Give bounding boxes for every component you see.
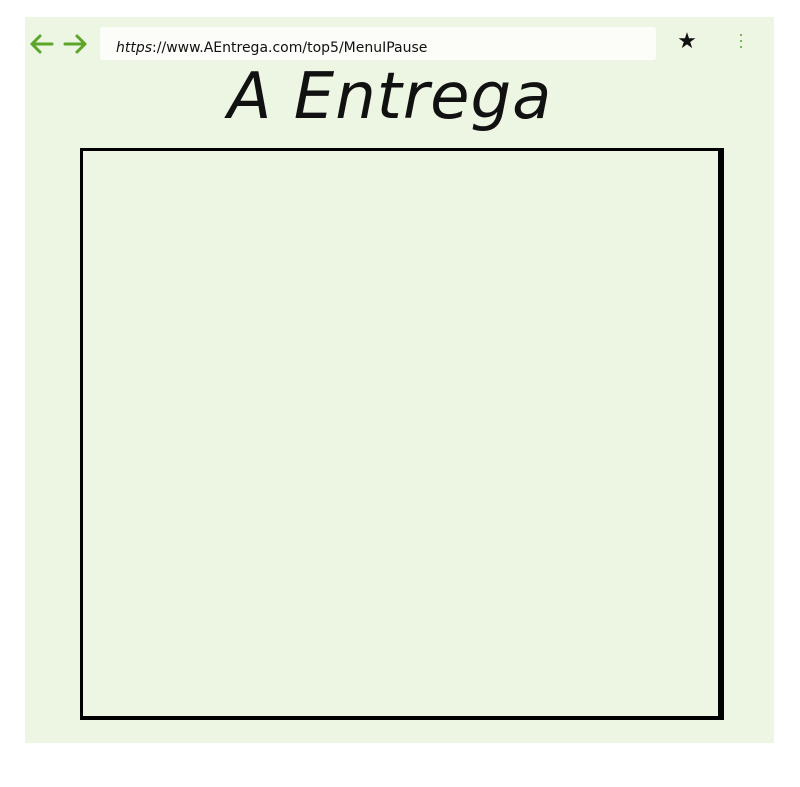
bookmark-star-icon[interactable]: ★ bbox=[676, 30, 698, 54]
address-bar[interactable]: https://www.AEntrega.com/top5/MenuIPause bbox=[100, 27, 656, 60]
arrow-left-icon bbox=[30, 34, 54, 54]
browser-window: https://www.AEntrega.com/top5/MenuIPause… bbox=[25, 17, 774, 743]
forward-button[interactable] bbox=[62, 31, 90, 57]
content-frame bbox=[80, 148, 724, 720]
url-scheme: https bbox=[116, 39, 153, 56]
back-button[interactable] bbox=[27, 31, 55, 57]
url-path: ://www.AEntrega.com/top5/MenuIPause bbox=[152, 39, 428, 56]
kebab-menu-icon[interactable] bbox=[733, 29, 749, 53]
arrow-right-icon bbox=[63, 34, 87, 54]
page-title: A Entrega bbox=[227, 60, 553, 134]
menu-dot bbox=[740, 46, 742, 48]
menu-dot bbox=[740, 34, 742, 36]
menu-dot bbox=[740, 40, 742, 42]
